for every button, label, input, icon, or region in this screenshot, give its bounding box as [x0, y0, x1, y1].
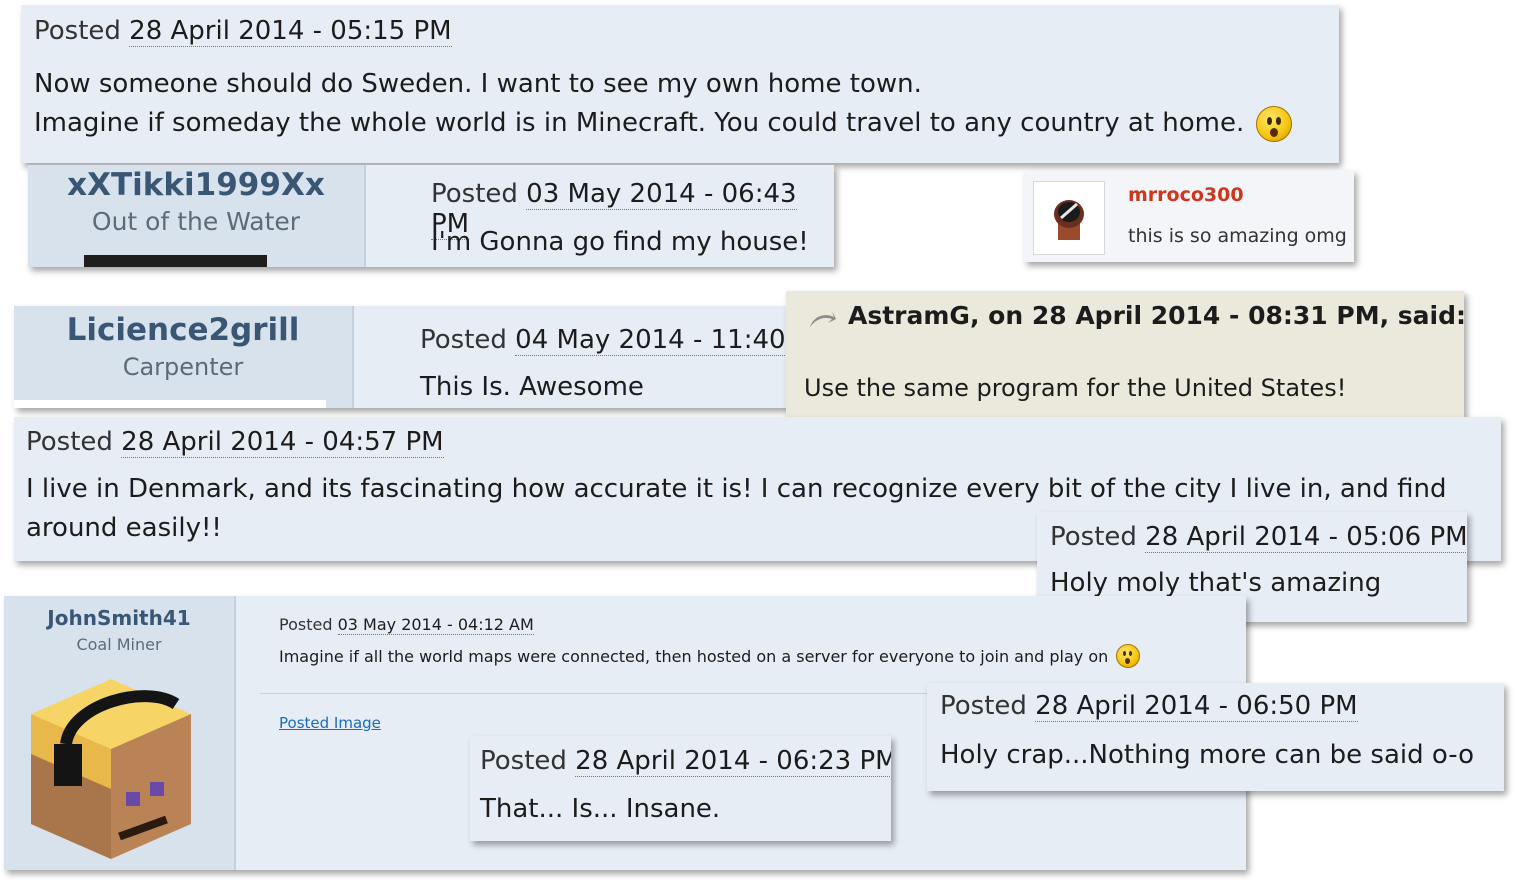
post-line: Imagine if someday the whole world is in… [34, 104, 1293, 143]
quote-header: AstramG, on 28 April 2014 - 08:31 PM, sa… [806, 297, 1464, 333]
posted-label: Posted [420, 325, 507, 355]
comment-username-link[interactable]: mrroco300 [1128, 184, 1244, 206]
post-card-licience: Licience2grill Carpenter Posted 04 May 2… [14, 306, 804, 408]
posted-label: Posted [940, 691, 1027, 721]
post-card-tikki: xXTikki1999Xx Out of the Water Posted 03… [28, 165, 834, 267]
post-date-link[interactable]: 04 May 2014 - 11:40 I [515, 325, 802, 356]
avatar-icon [31, 679, 191, 859]
posted-label: Posted [431, 179, 518, 209]
post-body: This Is. Awesome [420, 372, 644, 402]
sidebar-divider [14, 400, 326, 408]
quote-header-text: AstramG, on 28 April 2014 - 08:31 PM, sa… [848, 300, 1464, 330]
post-card-insane: Posted 28 April 2014 - 06:23 PM That... … [470, 736, 891, 841]
comment-text: this is so amazing omg [1128, 225, 1347, 247]
post-body: That... Is... Insane. [480, 794, 721, 824]
post-meta: Posted 28 April 2014 - 05:06 PM [1050, 522, 1467, 553]
post-meta: Posted 28 April 2014 - 06:50 PM [940, 691, 1358, 722]
post-body: I'm Gonna go find my house! [431, 227, 809, 257]
posted-label: Posted [279, 615, 333, 634]
quote-card-astramg: AstramG, on 28 April 2014 - 08:31 PM, sa… [786, 291, 1464, 423]
user-title: Carpenter [122, 353, 244, 381]
post-meta: Posted 28 April 2014 - 05:15 PM [34, 16, 452, 47]
post-meta: Posted 04 May 2014 - 11:40 I [420, 325, 802, 356]
post-meta: Posted 28 April 2014 - 06:23 PM [480, 746, 891, 777]
quote-body: Use the same program for the United Stat… [804, 374, 1347, 402]
post-body: Imagine if all the world maps were conne… [279, 644, 1141, 668]
post-body-text: Imagine if all the world maps were conne… [279, 646, 1109, 666]
user-sidebar: Licience2grill Carpenter [14, 306, 354, 408]
avatar [84, 255, 267, 267]
post-card-holy-crap: Posted 28 April 2014 - 06:50 PM Holy cra… [927, 683, 1504, 791]
username-link[interactable]: xXTikki1999Xx [28, 167, 364, 203]
post-date-link[interactable]: 28 April 2014 - 06:50 PM [1035, 691, 1358, 722]
username-link[interactable]: JohnSmith41 [4, 606, 234, 630]
surprised-emoji-icon [1116, 644, 1141, 668]
post-date-link[interactable]: 28 April 2014 - 05:06 PM [1145, 522, 1467, 553]
comment-card-mrroco: mrroco300 this is so amazing omg [1024, 170, 1354, 262]
username-link[interactable]: Licience2grill [14, 312, 352, 348]
user-title: Coal Miner [76, 635, 162, 654]
post-body: Holy crap...Nothing more can be said o-o [940, 740, 1475, 770]
user-sidebar: xXTikki1999Xx Out of the Water [28, 165, 366, 267]
post-line: I live in Denmark, and its fascinating h… [26, 474, 1447, 504]
posted-label: Posted [26, 427, 113, 457]
post-date-link[interactable]: 28 April 2014 - 06:23 PM [575, 746, 891, 777]
avatar-icon [1054, 200, 1084, 240]
posted-label: Posted [480, 746, 567, 776]
user-title: Out of the Water [91, 207, 301, 236]
post-date-link[interactable]: 03 May 2014 - 04:12 AM [337, 615, 534, 635]
avatar [26, 674, 196, 868]
avatar [1033, 181, 1105, 255]
user-sidebar: JohnSmith41 Coal Miner [4, 596, 236, 870]
post-meta: Posted 03 May 2014 - 04:12 AM [279, 615, 534, 635]
post-date-link[interactable]: 28 April 2014 - 05:15 PM [129, 16, 452, 47]
posted-label: Posted [1050, 522, 1137, 552]
post-date-link[interactable]: 28 April 2014 - 04:57 PM [121, 427, 444, 458]
posted-image-link[interactable]: Posted Image [279, 714, 381, 732]
post-line-text: Imagine if someday the whole world is in… [34, 108, 1245, 138]
posted-label: Posted [34, 16, 121, 46]
quote-arrow-icon [810, 311, 836, 327]
post-meta: Posted 28 April 2014 - 04:57 PM [26, 427, 444, 458]
post-body: Now someone should do Sweden. I want to … [34, 65, 1293, 143]
surprised-emoji-icon [1256, 105, 1293, 142]
post-card-sweden: Posted 28 April 2014 - 05:15 PM Now some… [21, 5, 1339, 163]
post-line: Now someone should do Sweden. I want to … [34, 69, 922, 99]
